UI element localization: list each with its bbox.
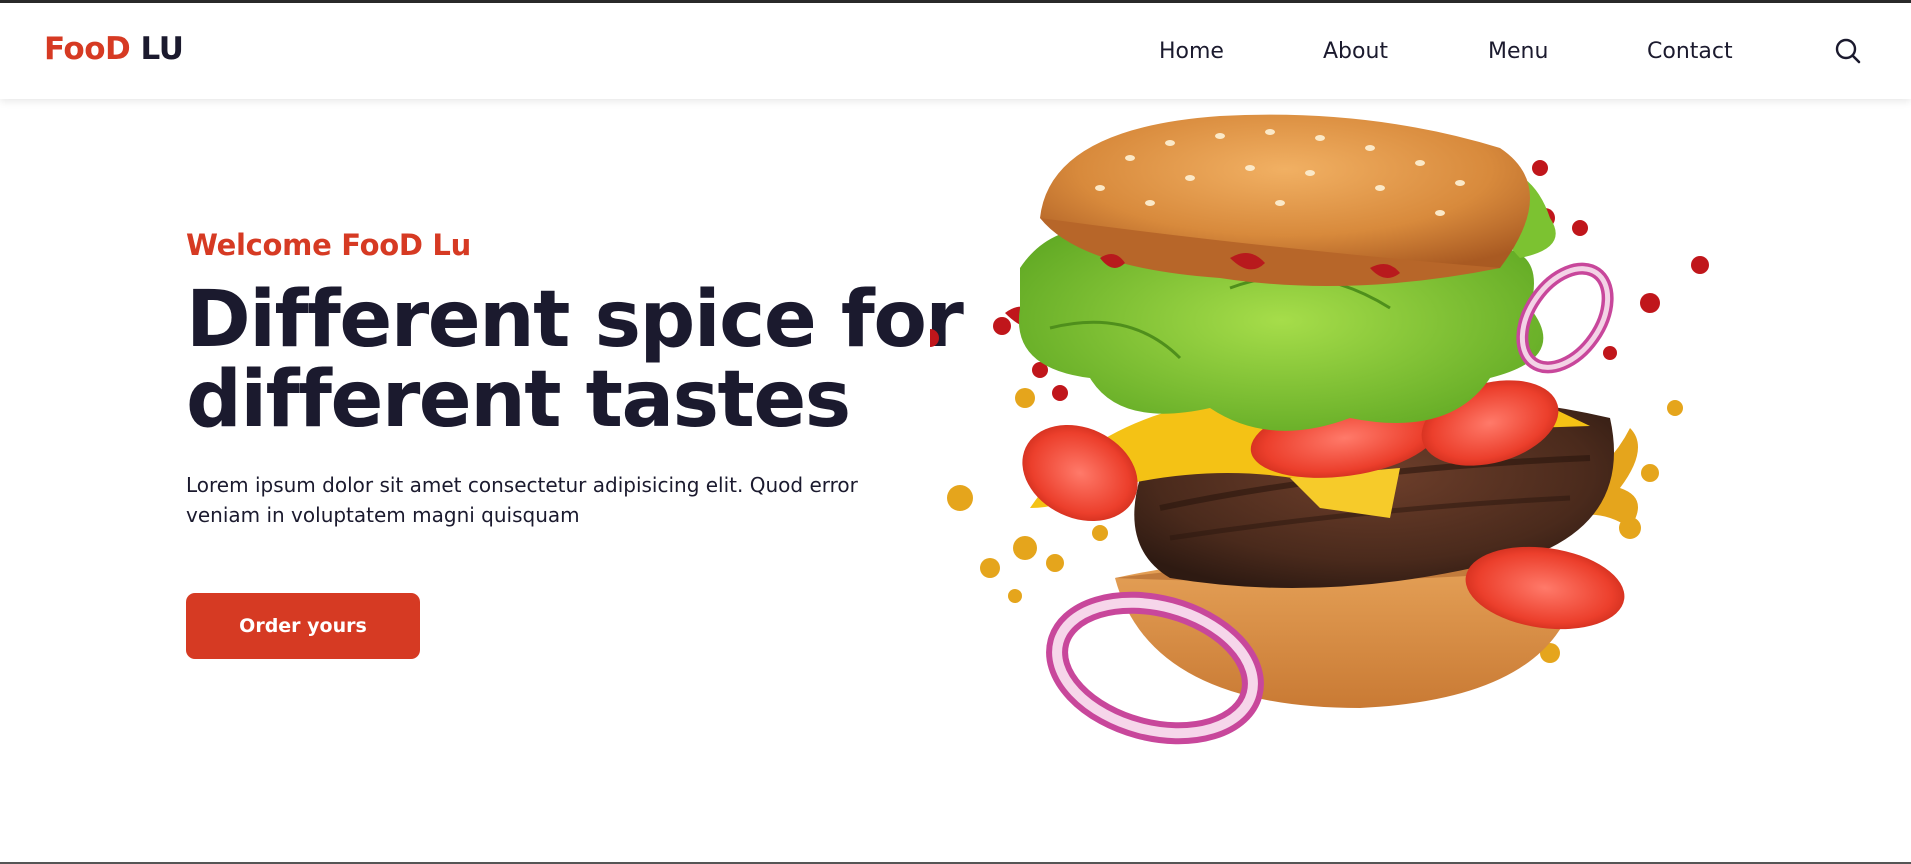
order-button[interactable]: Order yours	[186, 593, 420, 659]
logo-part-2: D	[105, 31, 131, 67]
hero-section: Welcome FooD Lu Different spice for diff…	[186, 228, 964, 530]
burger-image	[921, 108, 1730, 758]
logo-part-1: Foo	[44, 31, 106, 67]
hero-description: Lorem ipsum dolor sit amet consectetur a…	[186, 470, 886, 530]
nav-menu-link[interactable]: Menu	[1488, 39, 1548, 64]
nav-home-link[interactable]: Home	[1159, 39, 1224, 64]
hero-welcome: Welcome FooD Lu	[186, 228, 471, 262]
description-line-1: Lorem ipsum dolor sit amet consectetur a…	[186, 473, 858, 497]
nav-contact-link[interactable]: Contact	[1647, 39, 1733, 64]
search-icon[interactable]	[1834, 37, 1862, 65]
description-line-2: veniam in voluptatem magni quisquam	[186, 503, 580, 527]
logo[interactable]: FooD LU	[44, 31, 184, 67]
headline-line-2: different tastes	[186, 355, 851, 445]
hero-headline: Different spice for different tastes	[186, 280, 964, 440]
headline-line-1: Different spice for	[186, 275, 964, 365]
site-header: FooD LU Home About Menu Contact	[0, 3, 1911, 99]
nav-about-link[interactable]: About	[1323, 39, 1388, 64]
logo-part-3: LU	[130, 31, 184, 67]
